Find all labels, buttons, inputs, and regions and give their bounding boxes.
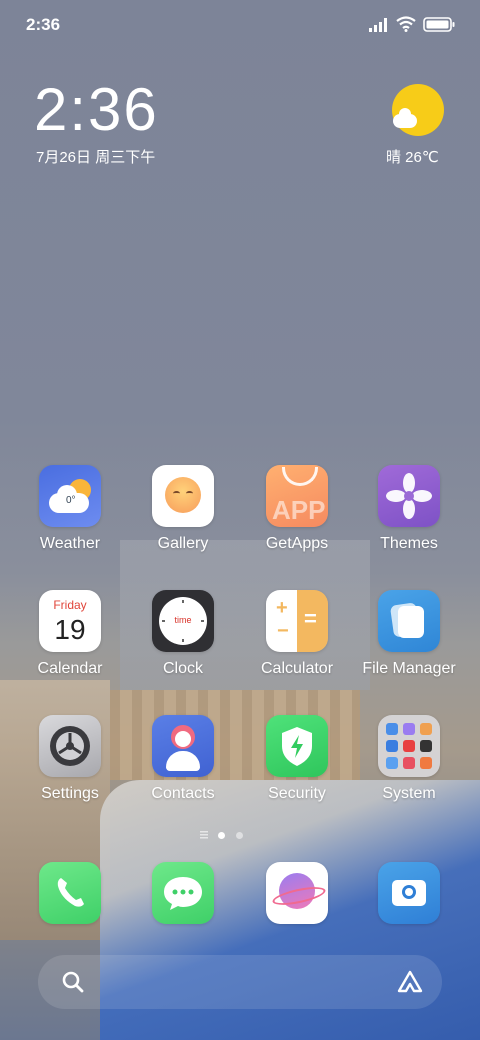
clock-icon: time [152,590,214,652]
app-label: Calendar [37,660,103,677]
assistant-icon[interactable] [396,969,424,995]
weather-app-icon: 0° [39,465,101,527]
calendar-icon: Friday 19 [39,590,101,652]
phone-icon [39,862,101,924]
status-bar: 2:36 [0,0,480,50]
wifi-icon [396,16,416,32]
menu-lines-icon [200,831,208,839]
app-contacts[interactable]: Contacts [128,715,238,803]
planet-browser-icon [266,862,328,924]
app-label: Calculator [260,660,334,677]
security-icon [266,715,328,777]
app-label: Security [268,785,326,802]
search-bar[interactable] [38,955,442,1009]
dock-phone[interactable] [15,862,125,924]
app-settings[interactable]: Settings [15,715,125,803]
app-label: Gallery [157,535,209,552]
app-label: Weather [39,535,101,552]
contacts-icon [152,715,214,777]
clock-widget-time: 2:36 [34,76,159,143]
search-icon [62,971,84,993]
calendar-weekday: Friday [53,598,87,612]
file-manager-icon [378,590,440,652]
page-dot [236,832,243,839]
app-label: File Manager [362,660,456,677]
app-clock[interactable]: time Clock [128,590,238,678]
page-dot-active [218,832,225,839]
dock-browser[interactable] [242,862,352,924]
app-security[interactable]: Security [242,715,352,803]
app-themes[interactable]: Themes [354,465,464,553]
cloud-icon [393,108,417,128]
themes-icon [378,465,440,527]
app-file-manager[interactable]: File Manager [354,590,464,678]
camera-icon [378,862,440,924]
calendar-day: 19 [54,614,86,645]
gallery-icon [152,465,214,527]
app-label: GetApps [265,535,329,552]
app-label: Contacts [151,785,215,802]
folder-system[interactable]: System [354,715,464,803]
app-label: Settings [41,785,99,802]
app-getapps[interactable]: APP GetApps [242,465,352,553]
status-time: 2:36 [26,15,61,34]
app-weather[interactable]: 0° Weather [15,465,125,553]
settings-icon [39,715,101,777]
app-label: System [382,785,436,802]
app-calculator[interactable]: + − = Calculator [242,590,352,678]
weather-widget-text: 晴 26℃ [386,149,439,166]
app-calendar[interactable]: Friday 19 Calendar [15,590,125,678]
calculator-icon: + − = [266,590,328,652]
clock-icon-text: time [174,615,192,625]
dock-camera[interactable] [354,862,464,924]
app-gallery[interactable]: Gallery [128,465,238,553]
folder-icon [378,715,440,777]
app-label: Clock [162,660,203,677]
clock-widget-date: 7月26日 周三下午 [36,149,156,166]
getapps-icon-text: APP [272,495,326,525]
messages-icon [152,862,214,924]
dock-messages[interactable] [128,862,238,924]
signal-icon [369,18,387,32]
weather-icon-badge: 0° [66,495,76,506]
app-label: Themes [380,535,438,552]
battery-icon [423,17,455,32]
page-indicator[interactable] [200,831,280,841]
getapps-icon: APP [266,465,328,527]
